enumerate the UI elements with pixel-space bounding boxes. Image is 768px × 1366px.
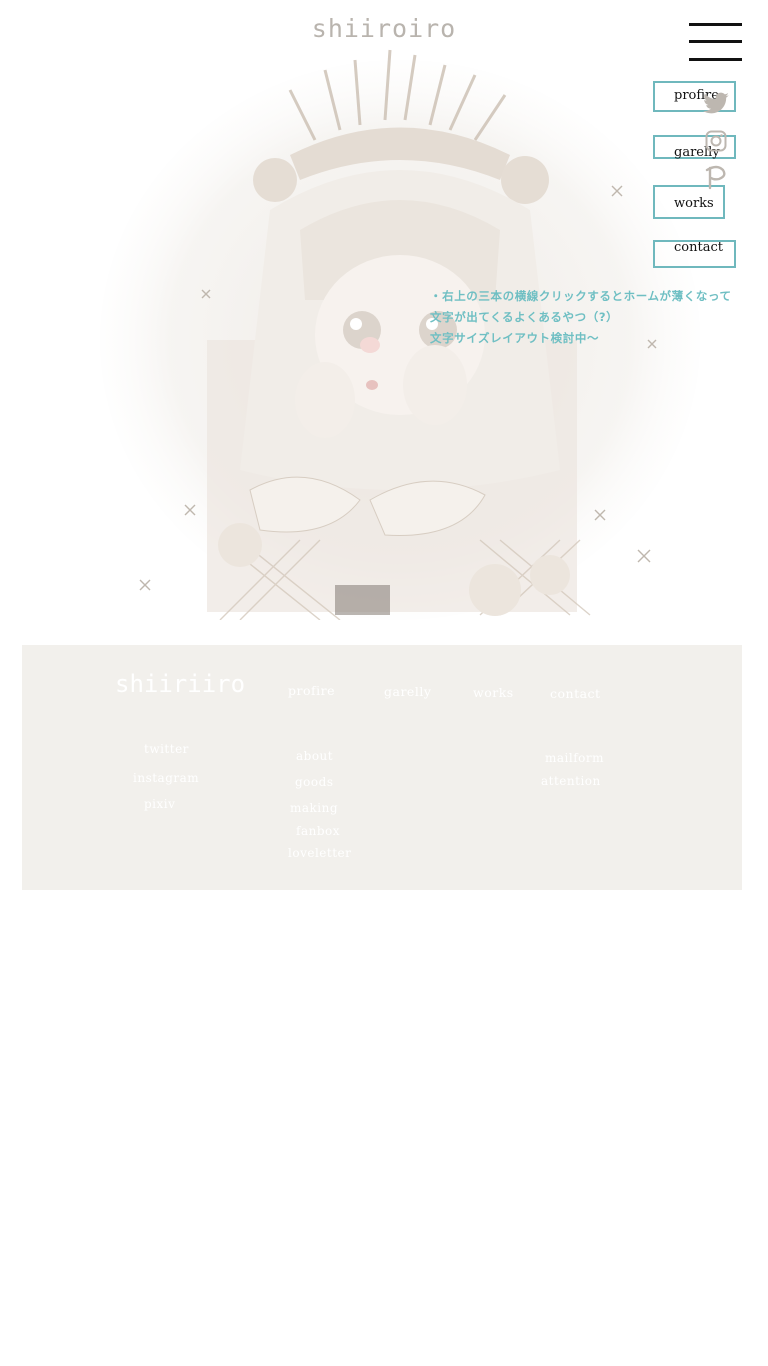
footer-link-twitter[interactable]: twitter — [144, 742, 189, 756]
note-line: ・右上の三本の横線クリックするとホームが薄くなって — [430, 289, 732, 303]
footer-link-making[interactable]: making — [290, 801, 338, 815]
nav-works-label: works — [674, 196, 714, 211]
footer-link-loveletter[interactable]: loveletter — [288, 846, 351, 860]
footer-link-pixiv[interactable]: pixiv — [144, 797, 175, 811]
design-notes: ・右上の三本の横線クリックするとホームが薄くなって 文字が出てくるよくあるやつ（… — [430, 286, 732, 349]
instagram-icon[interactable] — [705, 130, 727, 152]
footer-link-fanbox[interactable]: fanbox — [296, 824, 340, 838]
footer-link-goods[interactable]: goods — [295, 775, 333, 789]
footer-heading-works[interactable]: works — [473, 685, 514, 700]
note-line: 文字サイズレイアウト検討中～ — [430, 331, 600, 345]
nav-contact[interactable]: contact — [653, 240, 736, 268]
footer-heading-garelly[interactable]: garelly — [384, 684, 431, 699]
menu-bar-top — [689, 23, 742, 26]
footer-brand-logo[interactable]: shiiriiro — [115, 670, 245, 698]
note-line: 文字が出てくるよくあるやつ（?） — [430, 310, 619, 324]
nav-works[interactable]: works — [653, 185, 725, 219]
pixiv-icon[interactable] — [705, 164, 729, 190]
footer-link-mailform[interactable]: mailform — [545, 751, 604, 765]
nav-contact-label: contact — [674, 240, 723, 255]
footer-link-attention[interactable]: attention — [541, 774, 601, 788]
site-title[interactable]: shiiroiro — [0, 14, 768, 43]
twitter-icon[interactable] — [702, 92, 730, 116]
footer-heading-contact[interactable]: contact — [550, 686, 601, 701]
footer: shiiriiro profire garelly works contact … — [22, 645, 742, 890]
footer-link-instagram[interactable]: instagram — [133, 771, 199, 785]
footer-heading-profire[interactable]: profire — [288, 683, 335, 698]
footer-link-about[interactable]: about — [296, 749, 333, 763]
